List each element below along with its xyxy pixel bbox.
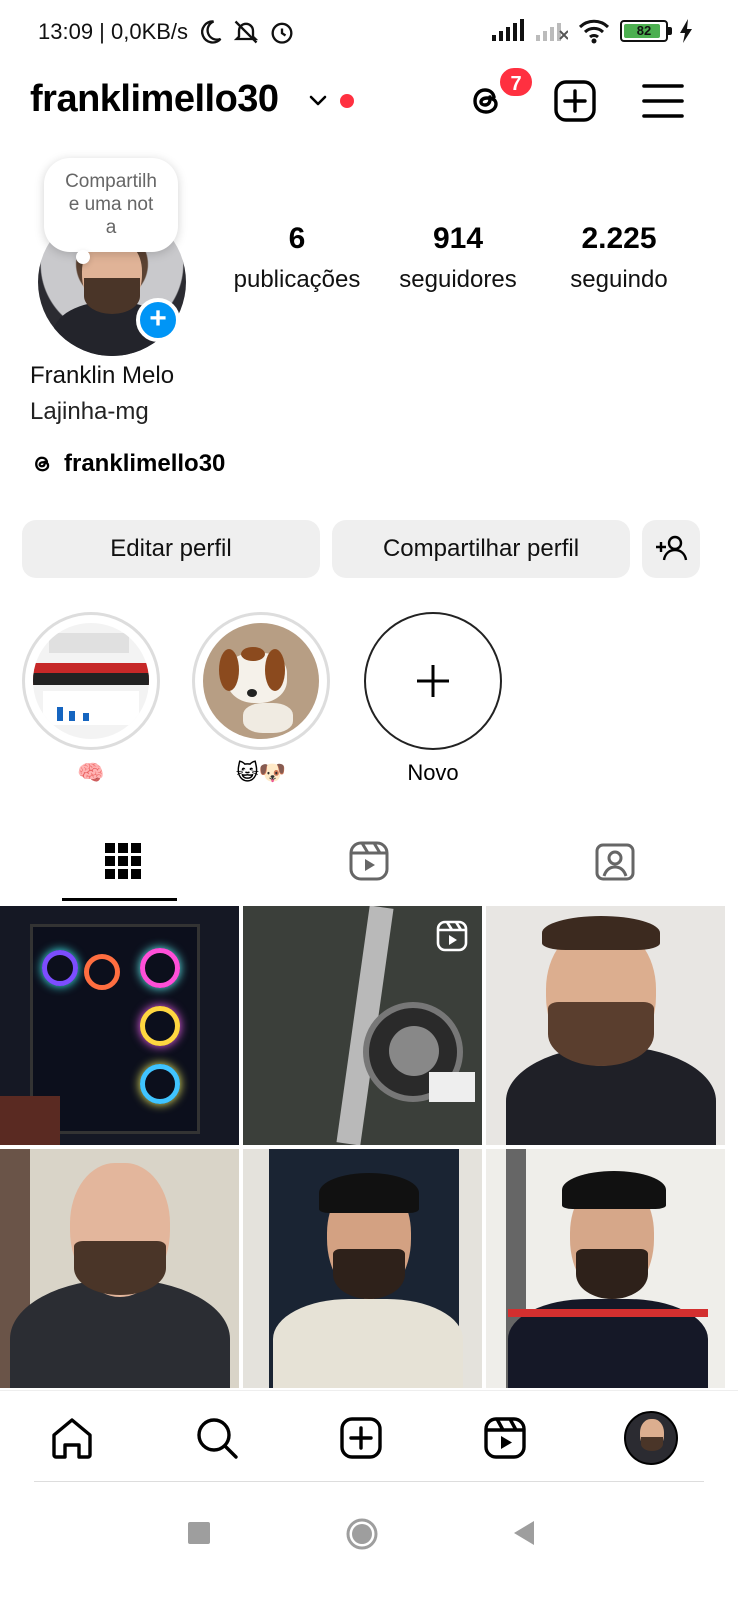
note-placeholder: Compartilhe uma nota xyxy=(65,171,157,238)
grid-post-5[interactable] xyxy=(243,1149,482,1388)
tagged-person-icon xyxy=(595,843,635,881)
nav-avatar xyxy=(624,1411,678,1465)
share-profile-button[interactable]: Compartilhar perfil xyxy=(332,520,630,578)
recents-icon[interactable] xyxy=(188,1522,210,1544)
reel-indicator-icon xyxy=(436,920,468,952)
tab-reels[interactable] xyxy=(246,820,492,902)
grid-icon xyxy=(105,843,141,879)
highlight-1-caption: 🧠 xyxy=(77,760,105,785)
status-right: 82 xyxy=(490,18,694,44)
nav-reels[interactable] xyxy=(478,1411,532,1465)
nav-search[interactable] xyxy=(190,1411,244,1465)
search-icon xyxy=(197,1418,238,1459)
muted-bell-icon xyxy=(233,20,259,44)
following-count: 2.225 xyxy=(581,222,657,255)
nav-create[interactable] xyxy=(334,1411,388,1465)
home-icon xyxy=(52,1418,92,1459)
following-label: seguindo xyxy=(570,266,668,293)
new-highlight-label: Novo xyxy=(407,760,459,785)
active-tab-indicator xyxy=(62,898,177,901)
new-highlight-button[interactable]: Novo xyxy=(364,612,502,786)
menu-icon[interactable] xyxy=(640,78,686,124)
posts-count: 6 xyxy=(288,222,306,255)
nav-profile[interactable] xyxy=(624,1411,678,1465)
profile-header: franklimello30 7 xyxy=(0,66,738,136)
threads-badge: 7 xyxy=(498,66,534,98)
battery-indicator: 82 xyxy=(620,20,672,42)
note-tail xyxy=(76,250,90,264)
profile-tabs xyxy=(0,820,738,902)
grid-post-3[interactable] xyxy=(486,906,725,1145)
highlight-1-cover xyxy=(33,623,149,739)
system-navigation xyxy=(0,1490,738,1600)
highlight-1[interactable]: 🧠 xyxy=(22,612,160,786)
bio-text: Lajinha-mg xyxy=(30,398,149,425)
status-left: 13:09 | 0,0KB/s xyxy=(38,18,296,46)
highlight-2-caption: 😺🐶 xyxy=(235,760,287,785)
reels-icon xyxy=(349,841,389,881)
status-time: 13:09 | 0,0KB/s xyxy=(38,19,189,44)
moon-icon xyxy=(201,20,222,44)
grid-post-1[interactable] xyxy=(0,906,239,1145)
followers-count: 914 xyxy=(432,222,484,255)
status-bar: 13:09 | 0,0KB/s 82 xyxy=(0,0,738,64)
edit-profile-button[interactable]: Editar perfil xyxy=(22,520,320,578)
threads-profile-link[interactable]: franklimello30 xyxy=(30,450,225,478)
grid-post-2[interactable] xyxy=(243,906,482,1145)
username-switcher[interactable]: franklimello30 xyxy=(30,78,279,121)
back-icon[interactable] xyxy=(512,1520,536,1546)
bottom-navigation xyxy=(0,1390,738,1482)
account-notification-dot xyxy=(340,94,354,108)
grid-post-4[interactable] xyxy=(0,1149,239,1388)
battery-level: 82 xyxy=(636,23,652,38)
chevron-down-icon[interactable] xyxy=(306,88,330,112)
discover-people-button[interactable] xyxy=(642,520,700,578)
note-bubble[interactable]: Compartilhe uma nota xyxy=(44,158,178,252)
stat-posts[interactable]: 6 publicações xyxy=(222,222,372,294)
nav-home[interactable] xyxy=(45,1411,99,1465)
add-person-icon xyxy=(656,535,688,561)
highlight-2-cover xyxy=(203,623,319,739)
full-name: Franklin Melo xyxy=(30,362,175,389)
reels-nav-icon xyxy=(484,1417,526,1459)
nav-divider xyxy=(34,1481,704,1482)
followers-label: seguidores xyxy=(399,266,517,293)
highlight-2[interactable]: 😺🐶 xyxy=(192,612,330,786)
home-button-icon[interactable] xyxy=(346,1518,378,1550)
threads-small-icon xyxy=(35,456,50,472)
tab-tagged[interactable] xyxy=(492,820,738,902)
add-story-plus-icon[interactable]: + xyxy=(136,298,180,342)
grid-post-6[interactable] xyxy=(486,1149,725,1388)
plus-icon xyxy=(417,665,449,697)
create-icon xyxy=(340,1417,382,1459)
threads-handle: franklimello30 xyxy=(64,450,226,477)
create-post-icon[interactable] xyxy=(552,78,598,124)
wifi-icon xyxy=(578,19,610,44)
posts-label: publicações xyxy=(233,266,361,293)
tab-grid[interactable] xyxy=(0,820,246,902)
signal-icon xyxy=(492,19,524,41)
signal-no-service-icon xyxy=(536,23,568,41)
stat-following[interactable]: 2.225 seguindo xyxy=(544,222,694,294)
charging-icon xyxy=(680,19,692,43)
stat-followers[interactable]: 914 seguidores xyxy=(383,222,533,294)
alarm-icon xyxy=(271,22,293,44)
